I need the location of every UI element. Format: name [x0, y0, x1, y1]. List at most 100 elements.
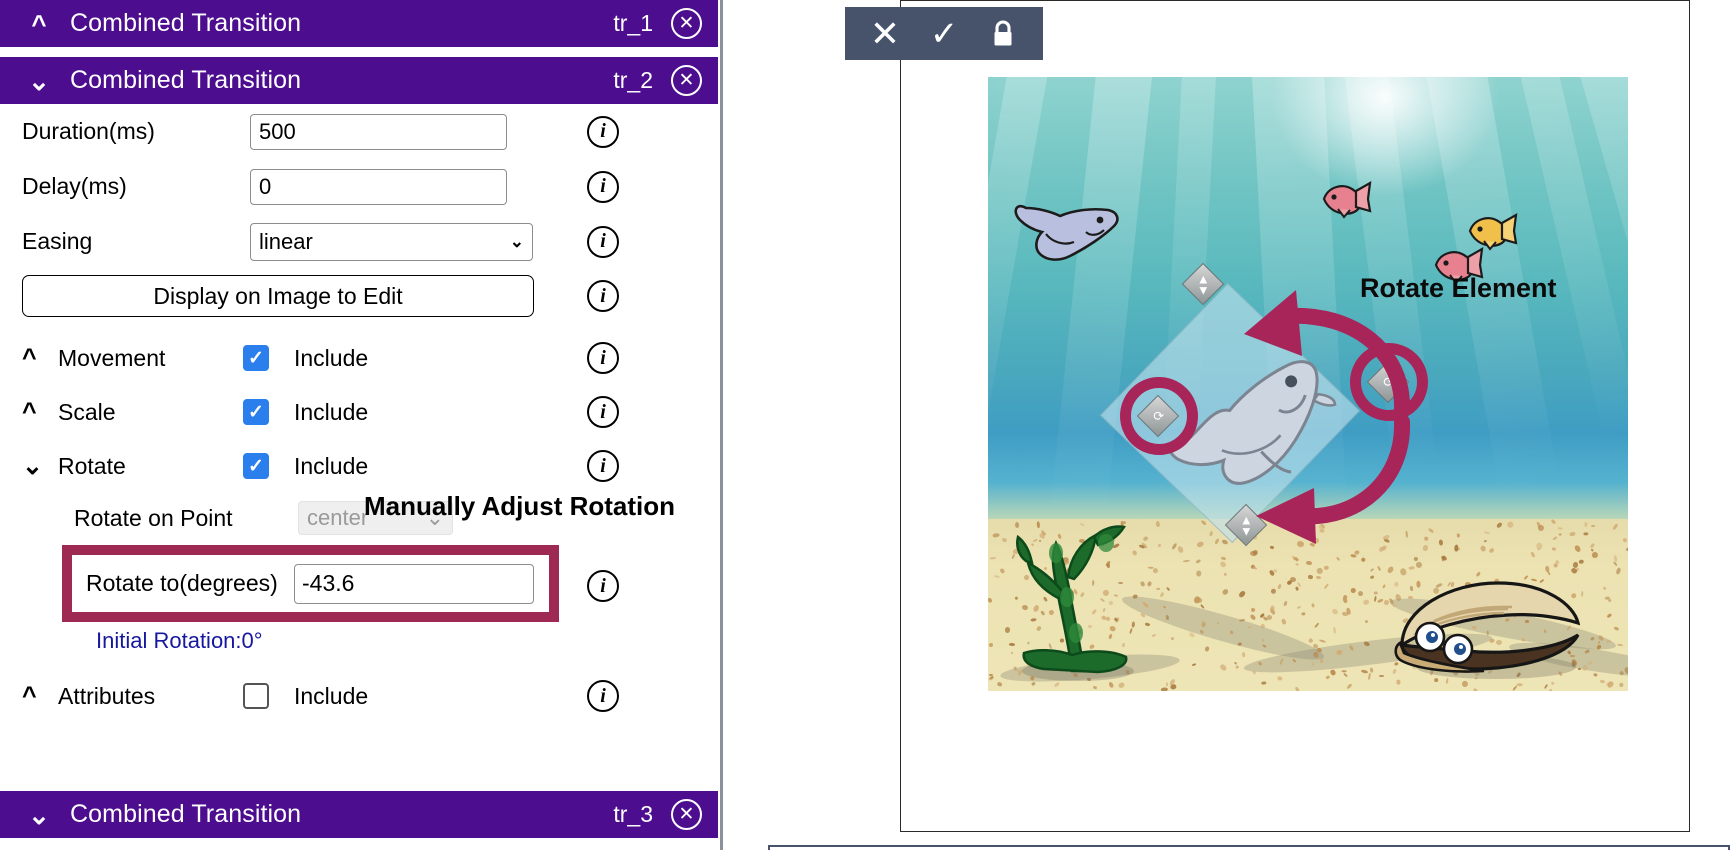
easing-select[interactable]: linear ⌄ — [250, 222, 533, 261]
sand-speck — [1381, 583, 1386, 589]
bottom-panel — [768, 845, 1730, 850]
sand-speck — [1307, 637, 1314, 644]
sand-speck — [1494, 521, 1503, 530]
header-spacer — [0, 47, 718, 57]
close-icon[interactable]: ✕ — [671, 65, 702, 96]
sand-speck — [1249, 613, 1257, 621]
info-icon[interactable]: i — [587, 450, 619, 482]
rotate-include-checkbox[interactable]: ✓ — [243, 453, 269, 479]
sand-speck — [1613, 626, 1619, 631]
sand-speck — [1092, 685, 1098, 690]
lock-icon[interactable] — [988, 18, 1018, 50]
info-icon[interactable]: i — [587, 342, 619, 374]
info-icon[interactable]: i — [587, 115, 619, 148]
info-icon[interactable]: i — [587, 225, 619, 258]
rotation-arrow-annotation — [1244, 290, 1411, 544]
confirm-icon[interactable]: ✓ — [930, 17, 959, 51]
sand-speck — [1160, 687, 1169, 691]
sand-speck — [1331, 607, 1340, 616]
sand-speck — [1488, 548, 1495, 555]
sand-speck — [1548, 688, 1553, 691]
sand-speck — [1158, 543, 1162, 547]
transition-id: tr_2 — [613, 67, 653, 93]
clam-character — [1394, 581, 1581, 679]
movement-include-checkbox[interactable]: ✓ — [243, 345, 269, 371]
pink-fish-upper — [1322, 180, 1372, 219]
sand-speck — [1000, 567, 1006, 574]
sand-speck — [1614, 567, 1621, 575]
transition-header-tr_1[interactable]: ^ Combined Transition tr_1 ✕ — [0, 0, 718, 47]
sand-speck — [1281, 618, 1288, 626]
cancel-icon[interactable]: ✕ — [870, 15, 900, 52]
transition-title: Combined Transition — [70, 66, 302, 94]
section-movement[interactable]: ^ Movement ✓ Include i — [0, 331, 718, 385]
sand-speck — [1616, 643, 1624, 647]
sand-speck — [1582, 531, 1589, 536]
chevron-down-icon[interactable]: ⌄ — [22, 68, 56, 94]
sand-speck — [1165, 682, 1168, 687]
sand-speck — [1378, 674, 1385, 678]
easing-row: Easing linear ⌄ i — [0, 214, 718, 269]
rotate-degrees-input[interactable]: -43.6 — [294, 563, 534, 604]
sand-speck — [1484, 531, 1491, 535]
sand-speck — [1536, 542, 1543, 550]
background-dolphin — [1014, 204, 1119, 261]
section-scale[interactable]: ^ Scale ✓ Include i — [0, 385, 718, 439]
sand-speck — [1318, 638, 1326, 643]
duration-input[interactable]: 500 — [250, 113, 507, 150]
chevron-up-icon[interactable]: ^ — [22, 344, 58, 373]
app-root: ^ Combined Transition tr_1 ✕ ⌄ Combined … — [0, 0, 1730, 850]
sand-speck — [1625, 546, 1628, 552]
chevron-down-icon[interactable]: ⌄ — [22, 451, 58, 481]
sand-speck — [1204, 645, 1210, 652]
sand-speck — [1307, 574, 1314, 579]
info-icon[interactable]: i — [587, 170, 619, 203]
sand-speck — [1300, 611, 1306, 617]
sand-speck — [1356, 589, 1364, 597]
sand-speck — [1602, 586, 1608, 592]
chevron-up-icon[interactable]: ^ — [22, 682, 58, 711]
info-icon[interactable]: i — [587, 570, 619, 602]
sand-speck — [1333, 626, 1337, 634]
transition-title: Combined Transition — [70, 800, 302, 828]
section-label: Attributes — [58, 682, 156, 709]
chevron-down-icon: ⌄ — [509, 231, 524, 251]
scale-include-checkbox[interactable]: ✓ — [243, 399, 269, 425]
sand-speck — [1233, 661, 1237, 665]
section-label: Movement — [58, 344, 166, 371]
rotate-degrees-highlight: Rotate to(degrees) -43.6 — [62, 545, 559, 622]
sand-speck — [1158, 591, 1165, 599]
sand-speck — [1323, 583, 1330, 590]
sand-speck — [1151, 633, 1156, 638]
underwater-scene-image[interactable]: ▲ ▼ ⟳ ⟳ ▲ ▼ Rotate Element — [988, 77, 1628, 691]
delay-input[interactable]: 0 — [250, 168, 507, 205]
info-icon[interactable]: i — [587, 396, 619, 428]
section-attributes[interactable]: ^ Attributes ✓ Include i — [0, 669, 718, 723]
sand-speck — [1550, 519, 1557, 525]
sand-speck — [1360, 668, 1368, 674]
sand-speck — [1345, 683, 1353, 691]
chevron-down-icon[interactable]: ⌄ — [22, 802, 56, 828]
section-rotate[interactable]: ⌄ Rotate ✓ Include i — [0, 439, 718, 493]
info-icon[interactable]: i — [587, 680, 619, 712]
close-icon[interactable]: ✕ — [671, 799, 702, 830]
sand-speck — [1155, 587, 1160, 590]
sand-speck — [1607, 598, 1613, 603]
attributes-include-checkbox[interactable]: ✓ — [243, 683, 269, 709]
manually-adjust-rotation-annotation: Manually Adjust Rotation — [364, 491, 676, 521]
sand-speck — [1593, 673, 1598, 678]
transition-header-tr_3[interactable]: ⌄ Combined Transition tr_3 ✕ — [0, 791, 718, 838]
display-on-image-button[interactable]: Display on Image to Edit — [22, 275, 534, 317]
sand-speck — [1241, 652, 1245, 658]
include-label: Include — [294, 344, 369, 371]
sand-speck — [1483, 539, 1488, 543]
close-icon[interactable]: ✕ — [671, 8, 702, 39]
chevron-up-icon[interactable]: ^ — [22, 398, 58, 427]
delay-label: Delay(ms) — [22, 173, 127, 199]
sand-speck — [1166, 587, 1171, 592]
chevron-up-icon[interactable]: ^ — [22, 11, 56, 37]
transition-header-tr_2[interactable]: ⌄ Combined Transition tr_2 ✕ — [0, 57, 718, 104]
info-icon[interactable]: i — [587, 280, 619, 312]
sand-speck — [1369, 575, 1375, 580]
section-label: Rotate — [58, 452, 126, 479]
